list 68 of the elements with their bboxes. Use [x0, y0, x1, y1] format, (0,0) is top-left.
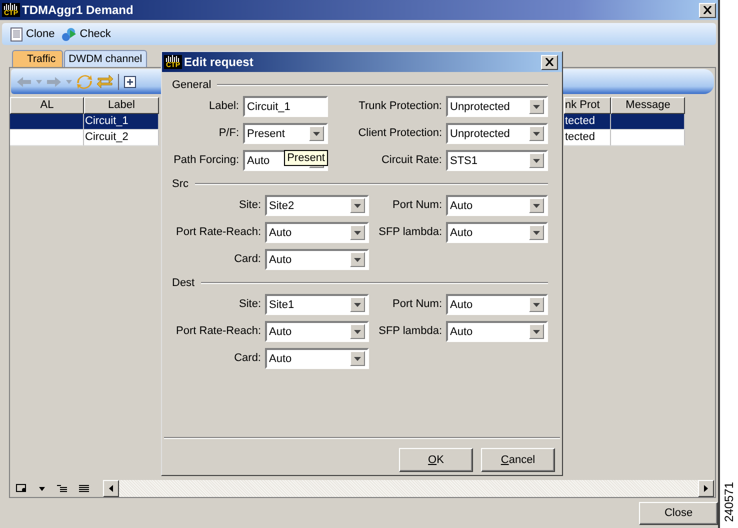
dropdown-field[interactable]: Auto Present	[243, 150, 328, 171]
field-label: Port Num:	[391, 198, 442, 213]
field-label: Client Protection:	[357, 126, 442, 141]
field-label: Label:	[208, 99, 239, 114]
swap-icon[interactable]	[97, 74, 113, 89]
dropdown-field[interactable]: Auto	[446, 294, 548, 315]
dropdown-field[interactable]: Auto	[446, 222, 548, 243]
clone-button[interactable]: Clone	[10, 26, 55, 42]
dialog-button[interactable]: Cancel	[481, 448, 555, 472]
tooltip: Present	[284, 150, 328, 166]
field-label: P/F:	[218, 126, 239, 141]
column-header[interactable]: nk Prot	[564, 97, 611, 114]
field-label: Port Rate-Reach:	[175, 324, 261, 339]
section-title: General	[172, 78, 212, 90]
field-label: Circuit Rate:	[380, 153, 442, 168]
section-title: Dest	[172, 276, 195, 288]
field-label: Trunk Protection:	[358, 99, 442, 114]
close-button[interactable]	[699, 2, 716, 18]
indent-icon[interactable]	[57, 484, 67, 492]
column-header[interactable]: AL	[10, 97, 84, 114]
dropdown-field[interactable]: Unprotected	[446, 96, 548, 117]
table-cell: Circuit_1	[84, 114, 159, 130]
dropdown-field[interactable]: Auto	[265, 222, 369, 243]
dialog-button[interactable]: OK	[399, 448, 473, 472]
dropdown-field[interactable]: Auto	[265, 321, 369, 342]
close-button[interactable]	[541, 54, 558, 70]
document-icon	[10, 26, 23, 42]
dropdown-field[interactable]: Auto	[446, 321, 548, 342]
dropdown-field[interactable]: STS1	[446, 150, 548, 171]
field-label: Path Forcing:	[172, 153, 239, 168]
field-label: Port Rate-Reach:	[175, 225, 261, 240]
table-cell: tected	[564, 130, 611, 146]
check-button[interactable]: Check	[60, 26, 111, 42]
list-icon[interactable]	[79, 484, 89, 492]
close-icon	[703, 6, 712, 14]
dropdown-field[interactable]: Site2	[265, 195, 369, 216]
dialog-title: Edit request	[184, 55, 254, 69]
column-header[interactable]: Message	[611, 97, 685, 114]
field-label: Site:	[238, 198, 261, 213]
section-title: Src	[172, 178, 188, 190]
add-icon[interactable]	[124, 76, 136, 88]
dropdown-field[interactable]: Auto	[446, 195, 548, 216]
text-field[interactable]: Circuit_1	[243, 96, 328, 117]
network-icon	[60, 26, 77, 42]
dropdown-field[interactable]: Present	[243, 123, 328, 144]
scroll-right-icon[interactable]	[698, 480, 714, 497]
dropdown-field[interactable]: Auto	[265, 348, 369, 369]
field-label: Site:	[238, 297, 261, 312]
window-title: TDMAggr1 Demand	[22, 3, 134, 17]
field-label: Card:	[233, 252, 261, 267]
close-icon	[545, 58, 554, 66]
dropdown-field[interactable]: Site1	[265, 294, 369, 315]
dropdown-field[interactable]: Unprotected	[446, 123, 548, 144]
figure-number: 240571	[722, 482, 736, 522]
field-label: SFP lambda:	[378, 324, 442, 339]
table-cell: Circuit_2	[84, 130, 159, 146]
close-window-button[interactable]: Close	[639, 502, 718, 524]
column-header[interactable]: Label	[84, 97, 159, 114]
window-icon[interactable]	[16, 484, 27, 493]
horizontal-scrollbar[interactable]	[103, 480, 714, 497]
dropdown-field[interactable]: Auto	[265, 249, 369, 270]
field-label: Port Num:	[391, 297, 442, 312]
table-cell: tected	[564, 114, 611, 130]
tab[interactable]: DWDM channel	[64, 50, 148, 67]
field-label: SFP lambda:	[378, 225, 442, 240]
tab[interactable]: Traffic	[12, 50, 63, 67]
scroll-left-icon[interactable]	[103, 480, 119, 497]
field-label: Card:	[233, 351, 261, 366]
